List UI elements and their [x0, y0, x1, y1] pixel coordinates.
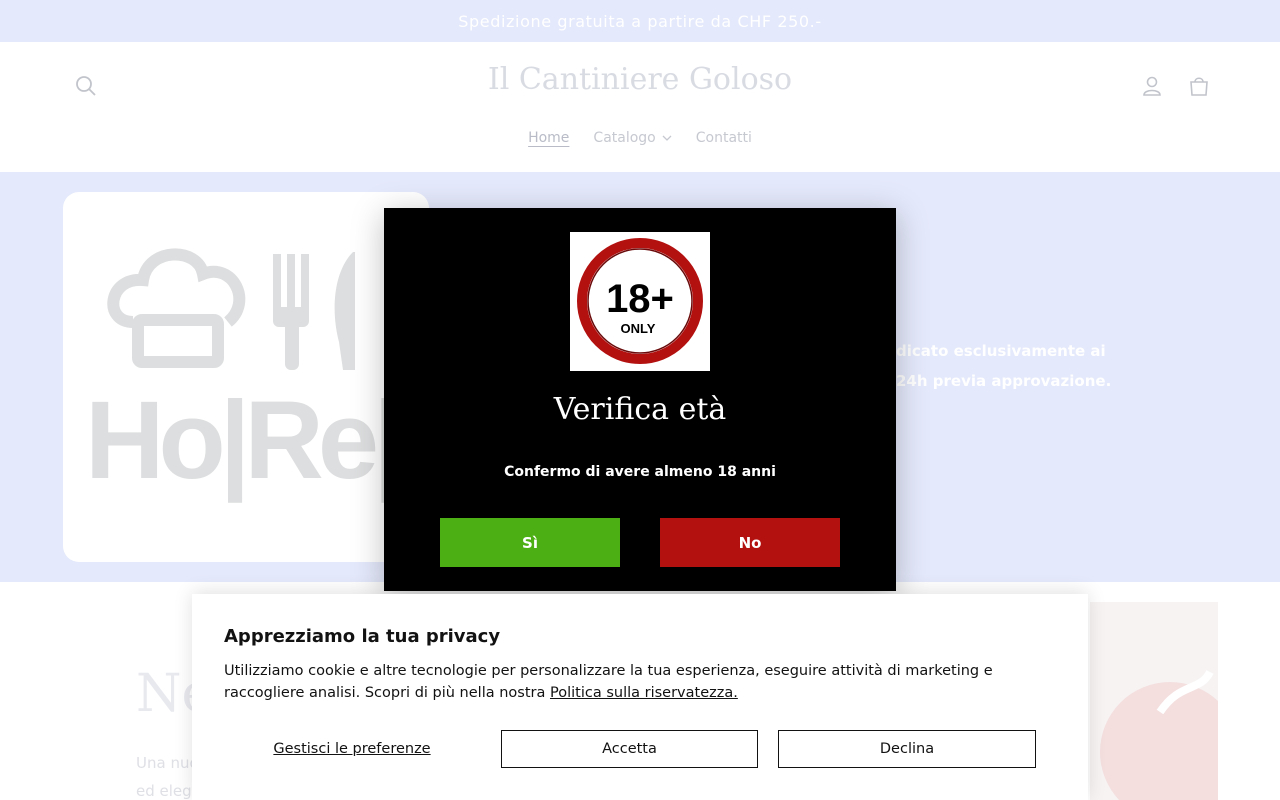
- nav-item-contatti[interactable]: Contatti: [696, 130, 752, 146]
- hero-text-line1: dicato esclusivamente ai: [896, 342, 1106, 360]
- privacy-policy-link[interactable]: Politica sulla riservatezza.: [550, 685, 738, 701]
- chevron-down-icon: [662, 135, 672, 141]
- cookie-title: Apprezziamo la tua privacy: [224, 626, 501, 647]
- cart-button[interactable]: [1185, 72, 1213, 100]
- nav-item-catalogo[interactable]: Catalogo: [593, 130, 672, 146]
- site-header: Il Cantiniere Goloso Home Catalogo Conta…: [0, 42, 1280, 172]
- nav-item-label: Home: [528, 130, 570, 146]
- age-yes-button[interactable]: Sì: [440, 518, 620, 567]
- nav-item-home[interactable]: Home: [528, 130, 569, 146]
- hero-text-line2: 24h previa approvazione.: [896, 372, 1112, 390]
- section-image: [1090, 602, 1218, 800]
- cart-icon: [1190, 77, 1208, 96]
- age-18-badge: 18+ ONLY: [570, 232, 710, 371]
- announcement-bar: Spedizione gratuita a partire da CHF 250…: [0, 0, 1280, 42]
- site-logo[interactable]: Il Cantiniere Goloso: [0, 62, 1280, 97]
- age-modal-subtitle: Confermo di avere almeno 18 anni: [504, 464, 776, 480]
- badge-label: ONLY: [621, 321, 656, 336]
- accept-button[interactable]: Accetta: [501, 730, 758, 768]
- age-verification-modal: 18+ ONLY Verifica età Confermo di avere …: [384, 208, 896, 591]
- badge-number: 18+: [606, 277, 674, 321]
- cookie-banner: Apprezziamo la tua privacy Utilizziamo c…: [192, 594, 1088, 800]
- decline-button[interactable]: Declina: [778, 730, 1036, 768]
- horeca-image: Ho|Re|Ca: [63, 192, 429, 562]
- announcement-text: Spedizione gratuita a partire da CHF 250…: [458, 11, 822, 31]
- nav-item-label: Contatti: [695, 130, 752, 146]
- cookie-body: Utilizziamo cookie e altre tecnologie pe…: [224, 660, 1024, 704]
- user-icon: [1143, 76, 1161, 96]
- section-image-graphic: [1100, 669, 1218, 800]
- manage-preferences-button[interactable]: Gestisci le preferenze: [224, 730, 480, 768]
- section-text-line1: Una nuo: [136, 754, 199, 772]
- age-modal-title: Verifica età: [553, 392, 727, 427]
- age-no-button[interactable]: No: [660, 518, 840, 567]
- nav-item-label: Catalogo: [593, 130, 656, 146]
- account-button[interactable]: [1138, 72, 1166, 100]
- horeca-text: Ho|Re|Ca: [85, 379, 429, 502]
- age-18-icon: 18+ ONLY: [577, 238, 703, 364]
- main-nav: Home Catalogo Contatti: [0, 130, 1280, 146]
